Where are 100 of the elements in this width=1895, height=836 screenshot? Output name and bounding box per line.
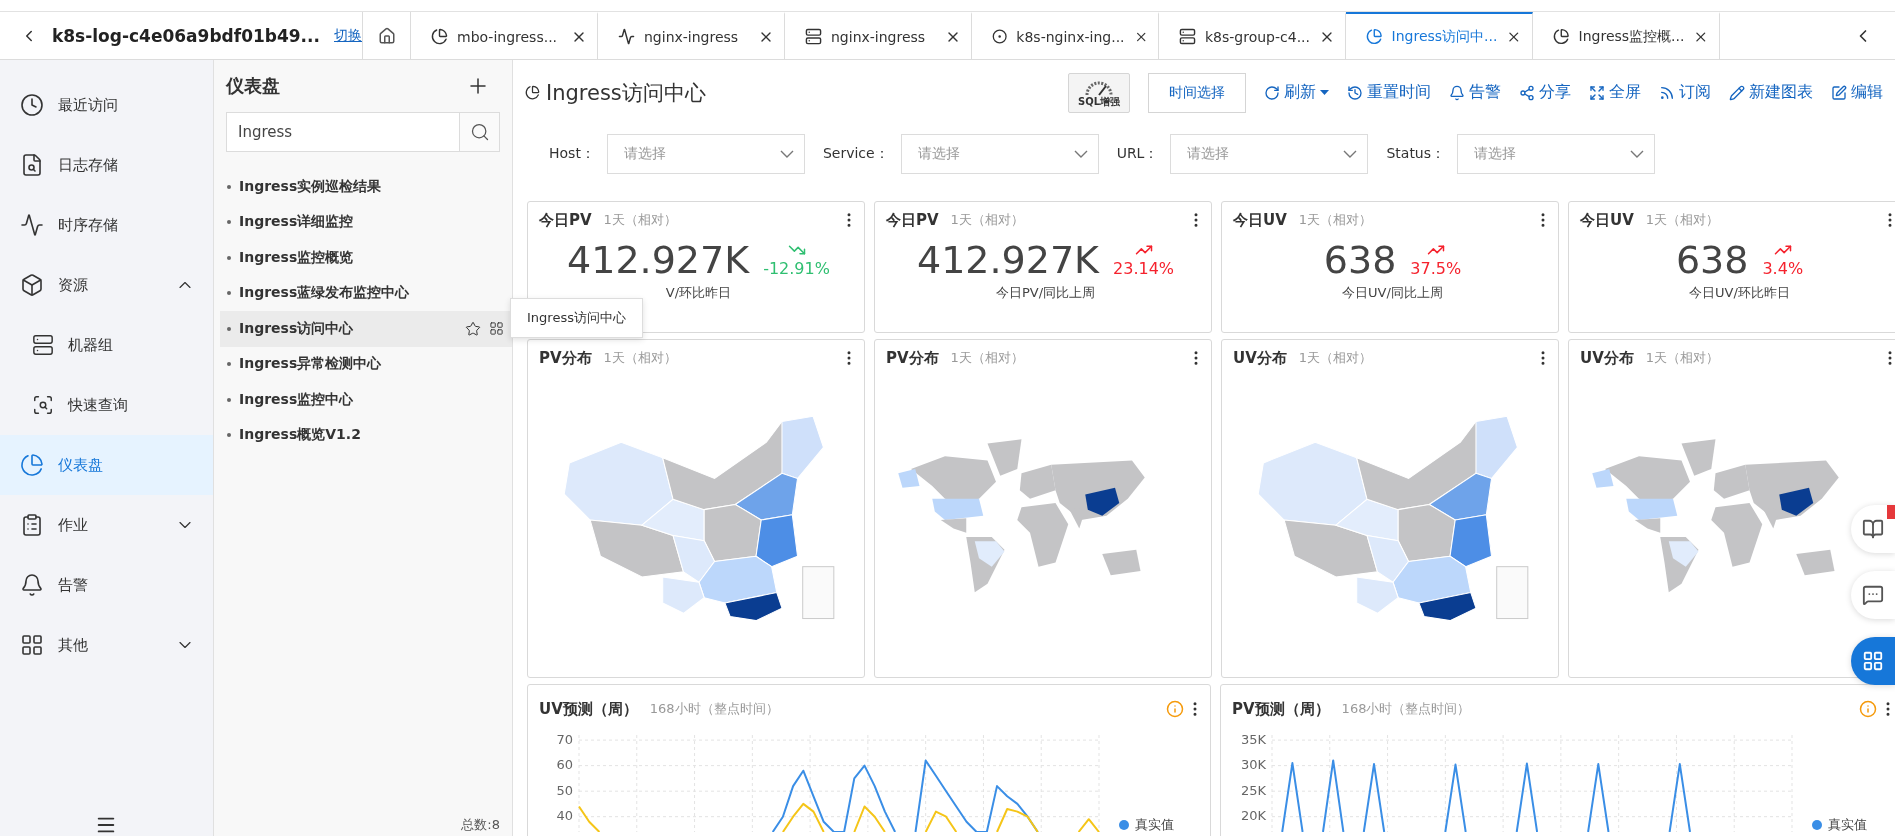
axis-tick-label: 50 [556,782,573,798]
tab[interactable]: k8s-group-c4... [1159,12,1346,59]
clock-icon [20,93,44,117]
edit-icon [1831,84,1847,101]
chevron-down-icon [1343,150,1358,158]
stat-caption: 今日UV/环比昨日 [1689,283,1790,302]
grid-icon[interactable] [489,321,504,337]
pulse-icon [618,28,635,45]
card-title: 今日UV [1233,210,1287,230]
search-button[interactable] [460,112,500,152]
grid-icon [20,633,44,657]
book-icon [1862,518,1884,540]
sql-button[interactable]: SQL增强 [1068,72,1130,113]
dashboard-item[interactable]: Ingress异常检测中心 [220,346,512,382]
refresh-icon [1264,84,1280,101]
dashboard-item[interactable]: Ingress概览V1.2 [220,417,512,453]
star-icon[interactable] [465,320,481,337]
card-title: UV分布 [1580,348,1634,368]
history-icon [1347,84,1363,101]
nav-item[interactable]: 告警 [0,555,213,615]
server-icon [805,28,822,45]
change-value: 23.14% [1113,258,1175,278]
stat-caption: 今日UV/同比上周 [1342,283,1443,302]
card-subtitle: 168小时（整点时间） [649,700,780,718]
switch-link[interactable]: 切换 [334,26,362,45]
toolbar-link[interactable]: 分享 [1519,82,1571,103]
tab[interactable]: nginx-ingress [785,12,972,59]
pie-chart-icon [431,28,448,45]
card-subtitle: 1天（相对） [1645,211,1721,229]
dashboard-item[interactable]: Ingress蓝绿发布监控中心 [220,275,512,311]
axis-tick-label: 60 [556,757,573,773]
dashboard-item[interactable]: Ingress实例巡检结果 [220,169,512,205]
nav-item[interactable]: 机器组 [0,315,213,375]
tooltip: Ingress访问中心 [510,298,643,338]
filter-label: URL： [1116,145,1159,163]
search-list-icon [32,394,54,416]
panel-title: 仪表盘 [226,74,280,98]
legend-dot [1812,820,1822,830]
stat-value: 412.927K [567,238,750,284]
dashboard-item[interactable]: Ingress访问中心 [220,311,512,347]
log-search-icon [20,153,44,177]
card-subtitle: 1天（相对） [950,349,1025,367]
pie-chart-icon [20,453,44,477]
axis-tick-label: 25K [1240,782,1266,798]
chevron-down-icon [779,150,794,158]
dashboard-item[interactable]: Ingress详细监控 [220,204,512,240]
nav-item[interactable]: 快速查询 [0,375,213,435]
nav-item[interactable]: 资源 [0,255,213,315]
dashboard-item[interactable]: Ingress监控概览 [220,240,512,276]
cube-icon [20,273,44,297]
card-title: 今日UV [1580,210,1634,230]
change-value: 37.5% [1410,258,1462,278]
nav-item[interactable]: 其他 [0,615,213,675]
expand-icon [1589,84,1605,101]
chevron-down-icon [1630,150,1645,158]
caret-icon [1320,89,1329,96]
tab[interactable]: Ingress访问中... [1346,12,1533,59]
toolbar-link[interactable]: 编辑 [1831,82,1883,103]
time-picker-button[interactable]: 时间选择 [1148,72,1246,113]
filter-label: Status： [1386,145,1446,163]
tab[interactable]: k8s-nginx-ing... [972,12,1159,59]
feed-icon [1659,84,1675,101]
change-value: -12.91% [763,258,830,278]
toolbar-link[interactable]: 告警 [1449,82,1501,103]
card-title: UV预测（周） [539,699,638,719]
card-subtitle: 1天（相对） [603,211,678,229]
axis-tick-label: 70 [556,732,573,747]
card-subtitle: 168小时（整点时间） [1341,700,1472,718]
tab[interactable]: Ingress监控概... [1533,12,1720,59]
toolbar-link[interactable]: 重置时间 [1347,82,1431,103]
nav-item[interactable]: 日志存储 [0,135,213,195]
chat-icon [1862,584,1884,606]
card-title: 今日PV [539,210,592,230]
nav-item[interactable]: 作业 [0,495,213,555]
dashboard-item[interactable]: Ingress监控中心 [220,382,512,418]
tab[interactable]: mbo-ingress... [411,12,598,59]
stat-caption: V/环比昨日 [665,283,732,302]
stat-value: 638 [1323,238,1397,284]
card-subtitle: 1天（相对） [950,211,1025,229]
nav-item[interactable]: 时序存储 [0,195,213,255]
pie-chart-icon [1553,28,1570,45]
toolbar-link[interactable]: 新建图表 [1729,82,1813,103]
card-subtitle: 1天（相对） [1298,211,1374,229]
card-subtitle: 1天（相对） [1298,349,1374,367]
toolbar-link[interactable]: 全屏 [1589,82,1641,103]
chevron-down-icon [1073,150,1088,158]
axis-tick-label: 20K [1240,808,1266,824]
legend-dot [1119,820,1129,830]
toolbar-link[interactable]: 刷新 [1264,82,1329,103]
tab[interactable]: nginx-ingress [598,12,785,59]
apps-button[interactable] [1851,637,1895,685]
nav-item[interactable]: 最近访问 [0,75,213,135]
toolbar-link[interactable]: 订阅 [1659,82,1711,103]
pulse-icon [20,213,44,237]
card-title: PV分布 [886,348,939,368]
change-value: 3.4% [1762,258,1804,278]
nav-item[interactable]: 仪表盘 [0,435,213,495]
card-subtitle: 1天（相对） [1645,349,1721,367]
search-field[interactable]: Ingress [226,112,460,152]
stat-value: 412.927K [916,238,1099,284]
